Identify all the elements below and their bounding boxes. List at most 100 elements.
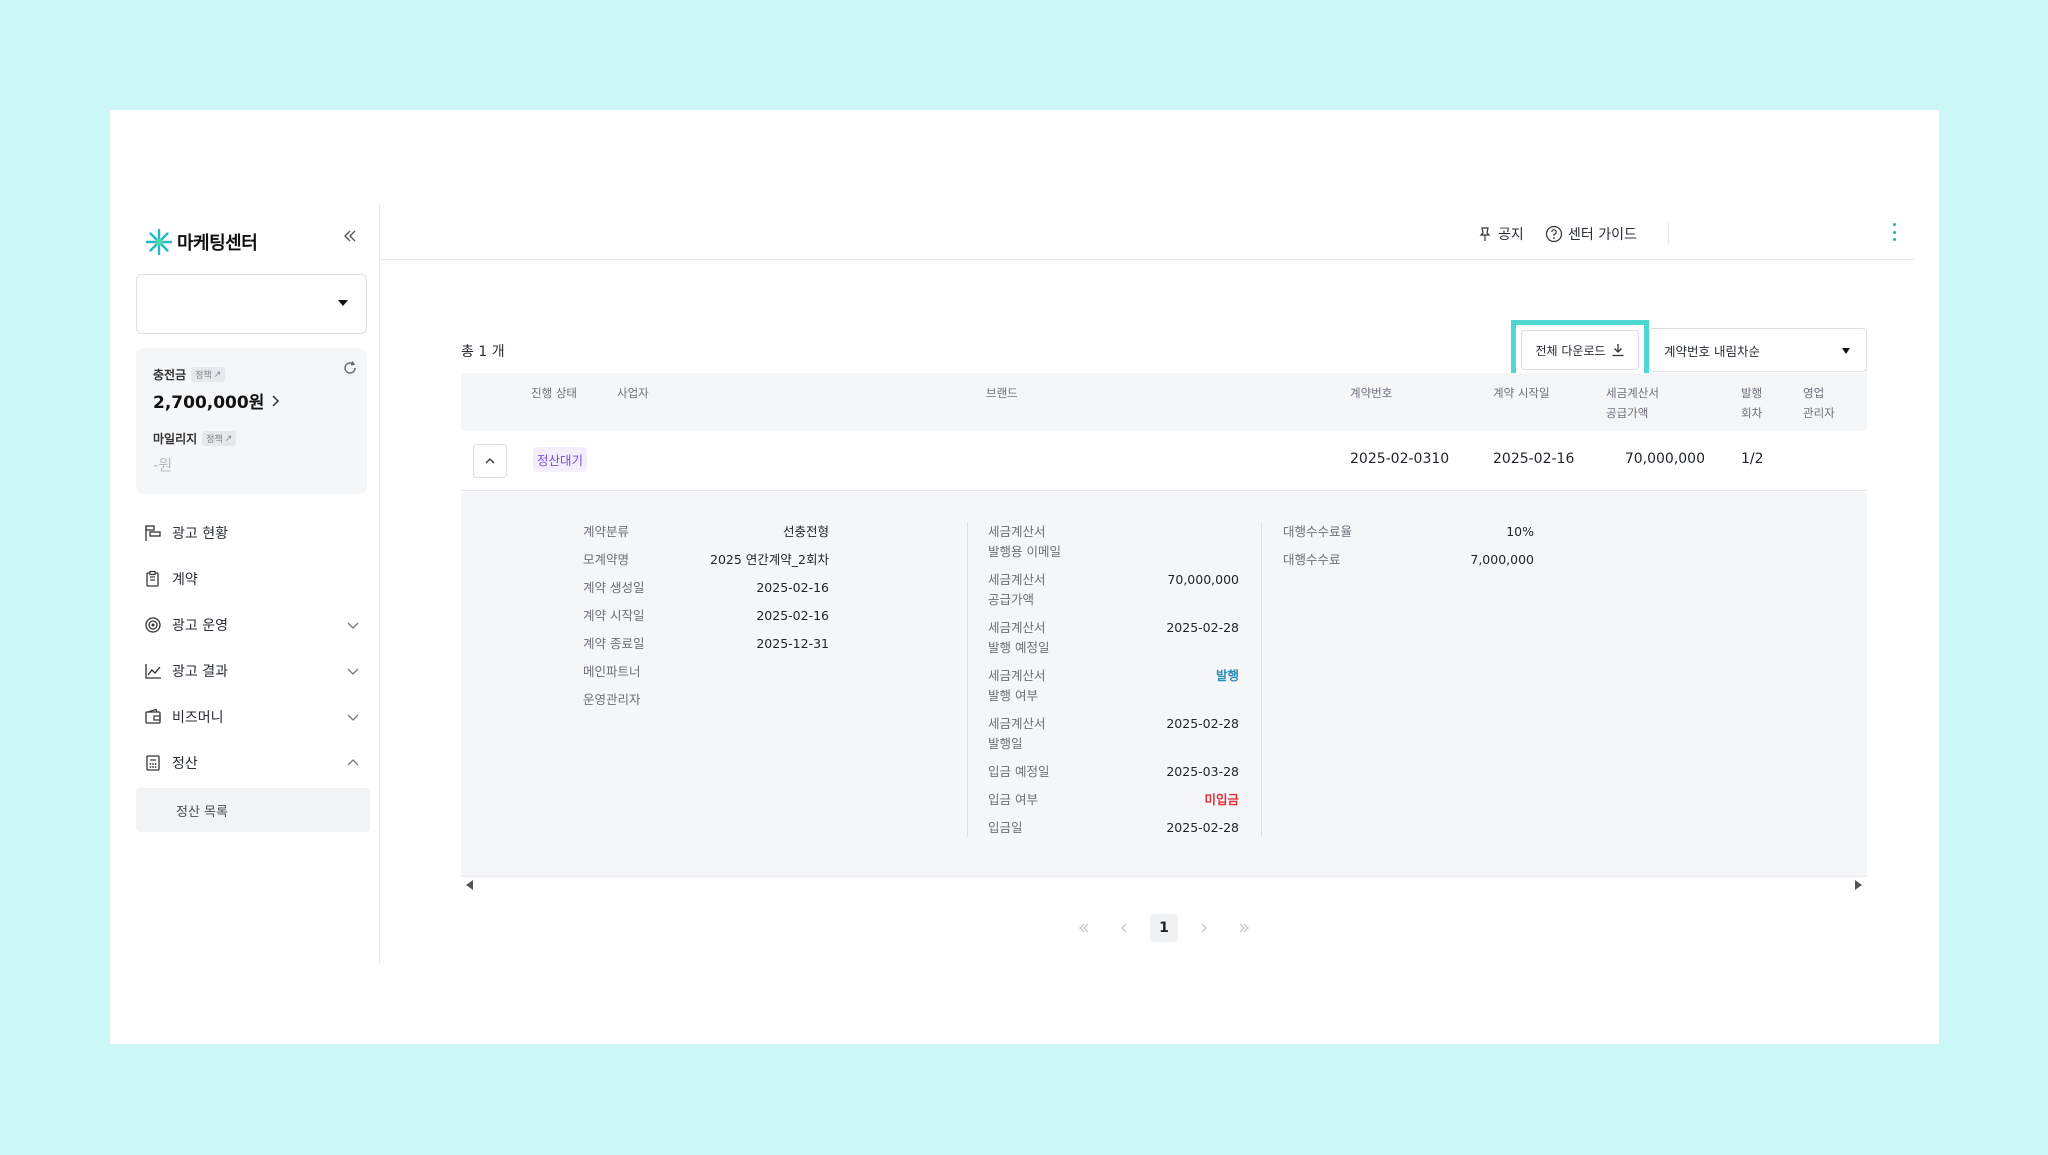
- sidebar-item-ad-result[interactable]: 광고 결과: [136, 648, 370, 694]
- th-issue-round-line1: 발행: [1741, 386, 1763, 400]
- notice-button[interactable]: 공지: [1477, 224, 1524, 244]
- contract-icon: [146, 570, 159, 587]
- sidebar-item-contract[interactable]: 계약: [136, 556, 370, 602]
- help-circle-icon: [1545, 225, 1563, 243]
- sidebar-item-settlement[interactable]: 정산: [136, 740, 370, 786]
- detail-divider: [967, 522, 968, 837]
- kebab-dot: [1892, 230, 1896, 234]
- kebab-dot: [1892, 238, 1896, 241]
- first-page-button[interactable]: [1070, 914, 1098, 942]
- th-issue-round: 발행회차: [1741, 383, 1762, 423]
- detail-value: 2025-02-28: [1166, 716, 1239, 731]
- download-all-button[interactable]: 전체 다운로드: [1521, 330, 1639, 370]
- th-brand: 브랜드: [986, 386, 1018, 400]
- detail-contract-column: 계약분류 선충전형 모계약명 2025 연간계약_2회차 계약 생성일 2025-02…: [583, 522, 829, 718]
- charge-value: 2,700,000원: [153, 393, 265, 413]
- page-1-button[interactable]: 1: [1150, 914, 1178, 942]
- detail-value: 2025-02-28: [1166, 620, 1239, 635]
- td-start-date: 2025-02-16: [1493, 451, 1575, 467]
- detail-row: 입금일 2025-02-28: [988, 818, 1239, 846]
- detail-key: 계약 시작일: [583, 608, 645, 623]
- chevron-up-icon: [347, 759, 359, 766]
- detail-key: 입금일: [988, 820, 1023, 835]
- scroll-left-arrow-icon[interactable]: [465, 880, 475, 890]
- detail-value: 2025-12-31: [756, 636, 829, 651]
- th-issue-round-line2: 회차: [1741, 406, 1763, 420]
- td-issue-round: 1/2: [1741, 451, 1764, 467]
- detail-value: 선충전형: [782, 524, 829, 539]
- detail-key: 계약 생성일: [583, 580, 645, 595]
- refresh-button[interactable]: [342, 360, 358, 380]
- scroll-right-arrow-icon[interactable]: [1853, 880, 1863, 890]
- charge-value-row[interactable]: 2,700,000원: [153, 388, 280, 413]
- detail-value: 2025-02-16: [756, 608, 829, 623]
- download-icon: [1612, 344, 1624, 357]
- wallet-icon: [145, 708, 161, 724]
- table-row[interactable]: 정산대기 2025-02-0310 2025-02-16 70,000,000 …: [461, 431, 1867, 491]
- detail-value: 2025-02-28: [1166, 820, 1239, 835]
- issued-status: 발행: [1215, 668, 1239, 683]
- kebab-dot: [1892, 223, 1896, 226]
- sidebar-item-ad-operation[interactable]: 광고 운영: [136, 602, 370, 648]
- th-business: 사업자: [617, 386, 649, 400]
- next-page-button[interactable]: [1190, 914, 1218, 942]
- prev-page-button[interactable]: [1110, 914, 1138, 942]
- center-guide-button[interactable]: 센터 가이드: [1545, 224, 1637, 244]
- detail-value: 2025 연간계약_2회차: [710, 552, 829, 567]
- detail-key: 세금계산서: [988, 524, 1046, 539]
- detail-key: 입금 예정일: [988, 764, 1050, 779]
- detail-row: 입금 여부 미입금: [988, 790, 1239, 818]
- sort-select[interactable]: 계약번호 내림차순: [1649, 328, 1867, 372]
- center-guide-label: 센터 가이드: [1568, 227, 1637, 243]
- detail-row: 세금계산서 발행 예정일 2025-02-28: [988, 618, 1239, 666]
- detail-key: 세금계산서: [988, 668, 1046, 683]
- sidebar-menu: 광고 현황 계약 광고 운영 광고 결과 비즈머니 정산 정산 목록: [136, 510, 370, 832]
- detail-key: 발행 여부: [988, 688, 1038, 703]
- detail-value: 2025-02-16: [756, 580, 829, 595]
- detail-row: 계약 시작일 2025-02-16: [583, 606, 829, 634]
- logo-icon: [145, 228, 173, 256]
- detail-key: 계약 종료일: [583, 636, 645, 651]
- detail-row: 세금계산서발행 여부 발행: [988, 666, 1239, 714]
- row-collapse-button[interactable]: [473, 444, 507, 478]
- th-sales-manager-line1: 영업: [1803, 386, 1825, 400]
- detail-row: 대행수수료율 10%: [1283, 522, 1534, 550]
- detail-row: 세금계산서 발행용 이메일: [988, 522, 1239, 570]
- pin-icon: [1479, 227, 1491, 241]
- logo[interactable]: 마케팅센터: [145, 228, 258, 256]
- chevron-up-icon: [485, 458, 495, 464]
- detail-key: 공급가액: [988, 592, 1035, 607]
- sidebar-item-ad-status[interactable]: 광고 현황: [136, 510, 370, 556]
- caret-down-icon: [338, 300, 348, 306]
- chevron-right-icon: [1201, 923, 1207, 933]
- logo-text: 마케팅센터: [177, 233, 258, 254]
- chevron-down-icon: [347, 714, 359, 721]
- mileage-policy-link[interactable]: 정책 ↗: [202, 431, 237, 446]
- row-detail-panel: 계약분류 선충전형 모계약명 2025 연간계약_2회차 계약 생성일 2025-02…: [461, 492, 1867, 877]
- sidebar-item-bizmoney[interactable]: 비즈머니: [136, 694, 370, 740]
- detail-row: 모계약명 2025 연간계약_2회차: [583, 550, 829, 578]
- chevron-down-icon: [347, 668, 359, 675]
- more-menu-button[interactable]: [1888, 220, 1900, 244]
- mileage-policy-text: 정책: [206, 435, 223, 445]
- detail-row: 세금계산서 발행일 2025-02-28: [988, 714, 1239, 762]
- double-chevron-right-icon: [1239, 923, 1249, 933]
- sidebar-item-label: 비즈머니: [172, 710, 224, 726]
- table-header: 진행 상태 사업자 브랜드 계약번호 계약 시작일 세금계산서 공급가액 발행 회차…: [461, 373, 1867, 431]
- th-start-date: 계약 시작일: [1493, 386, 1550, 400]
- sidebar-collapse-button[interactable]: [336, 222, 364, 250]
- account-select[interactable]: [136, 274, 367, 334]
- sidebar-item-label: 광고 운영: [172, 618, 228, 634]
- double-chevron-left-icon: [1079, 923, 1089, 933]
- detail-row: 메인파트너: [583, 662, 829, 690]
- sidebar-subitem-settlement-list[interactable]: 정산 목록: [136, 788, 370, 832]
- calculator-icon: [146, 755, 160, 771]
- detail-key: 계약분류: [583, 524, 630, 539]
- unpaid-status: 미입금: [1204, 792, 1239, 807]
- charge-policy-link[interactable]: 정책 ↗: [191, 367, 226, 382]
- chevron-right-icon: [272, 394, 280, 407]
- detail-value: 10%: [1506, 524, 1534, 539]
- horizontal-scrollbar[interactable]: [461, 878, 1867, 892]
- last-page-button[interactable]: [1230, 914, 1258, 942]
- header-divider: [1668, 222, 1669, 244]
